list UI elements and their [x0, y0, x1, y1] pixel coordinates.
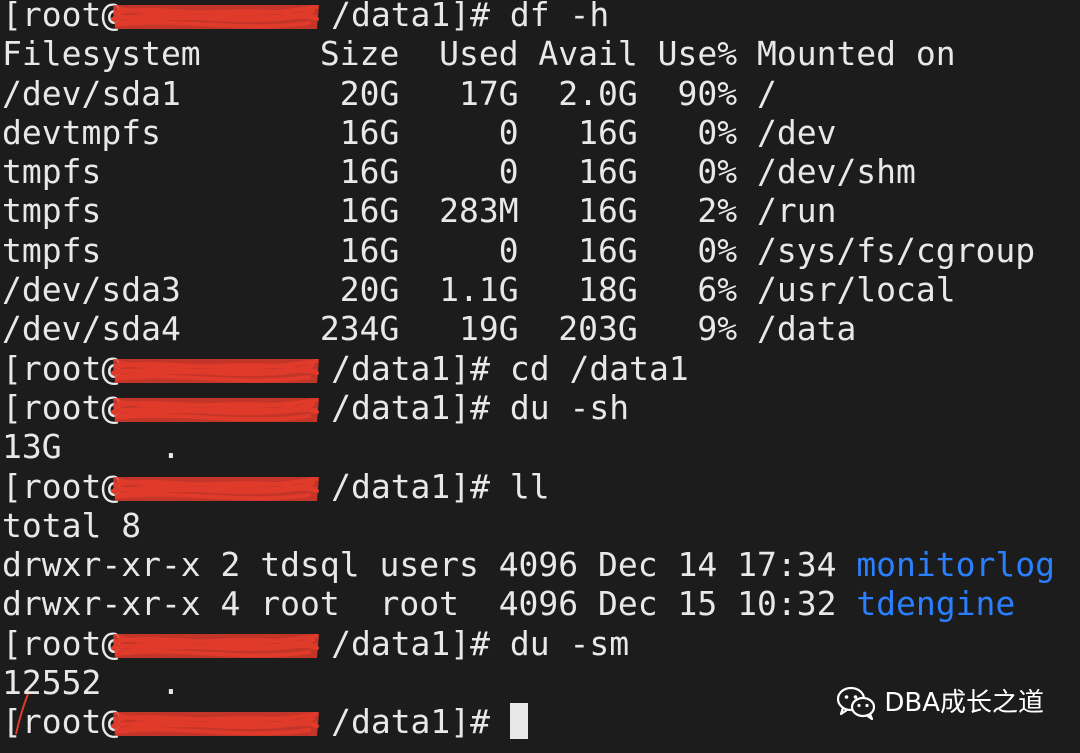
- output-line: devtmpfs 16G 0 16G 0% /dev: [2, 112, 837, 152]
- redacted-hostname: [111, 349, 320, 388]
- command-text: ll: [509, 466, 550, 506]
- redacted-hostname: [111, 0, 320, 34]
- directory-name: tdengine: [856, 584, 1016, 624]
- prompt-path: /data1]#: [311, 466, 510, 506]
- redaction-scribble: [111, 476, 320, 501]
- directory-listing-row: drwxr-xr-x 2 tdsql users 4096 Dec 14 17:…: [2, 545, 1055, 584]
- command-text: du -sm: [509, 623, 630, 663]
- redacted-hostname: [111, 467, 320, 506]
- output-line: /dev/sda4 234G 19G 203G 9% /data: [2, 309, 857, 349]
- output-line: /dev/sda3 20G 1.1G 18G 6% /usr/local: [2, 270, 956, 310]
- prompt-line: [root@ /data1]# df -h: [2, 0, 1055, 34]
- prompt-line: [root@ /data1]# du -sh: [2, 388, 1055, 427]
- output-line: tmpfs 16G 0 16G 0% /dev/shm: [2, 152, 916, 192]
- watermark: DBA成长之道: [836, 684, 1044, 723]
- listing-details: drwxr-xr-x 2 tdsql users 4096 Dec 14 17:…: [2, 545, 857, 585]
- prompt-path: /data1]#: [311, 623, 510, 663]
- prompt-path: /data1]#: [311, 387, 510, 427]
- directory-listing-row: drwxr-xr-x 4 root root 4096 Dec 15 10:32…: [2, 584, 1055, 623]
- prompt-line: [root@ /data1]# du -sm: [2, 624, 1055, 663]
- wechat-icon: [837, 687, 876, 721]
- output-line: total 8: [2, 505, 142, 545]
- command-text: df -h: [509, 0, 610, 34]
- terminal-output: [root@ /data1]# df -h Filesystem Size Use…: [2, 0, 1055, 742]
- redacted-hostname: [111, 702, 320, 741]
- output-line: tmpfs 16G 283M 16G 2% /run: [2, 191, 837, 231]
- watermark-text: DBA成长之道: [884, 687, 1044, 718]
- prompt-user: [root@: [2, 466, 122, 506]
- prompt-user: [root@: [2, 387, 122, 427]
- prompt-user: [root@: [2, 0, 122, 34]
- prompt-line: [root@ /data1]# cd /data1: [2, 349, 1055, 388]
- terminal-window[interactable]: [root@ /data1]# df -h Filesystem Size Use…: [0, 0, 1080, 753]
- redaction-scribble: [111, 633, 320, 658]
- redacted-hostname: [111, 624, 320, 663]
- output-line: Filesystem Size Used Avail Use% Mounted …: [2, 34, 956, 74]
- redaction-scribble: [111, 5, 320, 29]
- prompt-path: /data1]#: [311, 0, 510, 34]
- red-annotation-stroke: [15, 693, 29, 735]
- prompt-user: [root@: [2, 348, 122, 388]
- redaction-scribble: [111, 712, 320, 737]
- command-text: cd /data1: [509, 348, 689, 388]
- output-line: tmpfs 16G 0 16G 0% /sys/fs/cgroup: [2, 230, 1036, 270]
- output-line: /dev/sda1 20G 17G 2.0G 90% /: [2, 73, 777, 113]
- output-line: 13G .: [2, 427, 181, 467]
- text-cursor[interactable]: [509, 703, 528, 740]
- prompt-user: [root@: [2, 623, 122, 663]
- redaction-scribble: [111, 397, 320, 422]
- redacted-hostname: [111, 388, 320, 427]
- prompt-path: /data1]#: [311, 702, 510, 742]
- redaction-scribble: [111, 358, 320, 383]
- directory-name: monitorlog: [856, 545, 1055, 585]
- prompt-path: /data1]#: [311, 348, 510, 388]
- prompt-line: [root@ /data1]# ll: [2, 467, 1055, 506]
- command-text: du -sh: [509, 387, 630, 427]
- listing-details: drwxr-xr-x 4 root root 4096 Dec 15 10:32: [2, 584, 857, 624]
